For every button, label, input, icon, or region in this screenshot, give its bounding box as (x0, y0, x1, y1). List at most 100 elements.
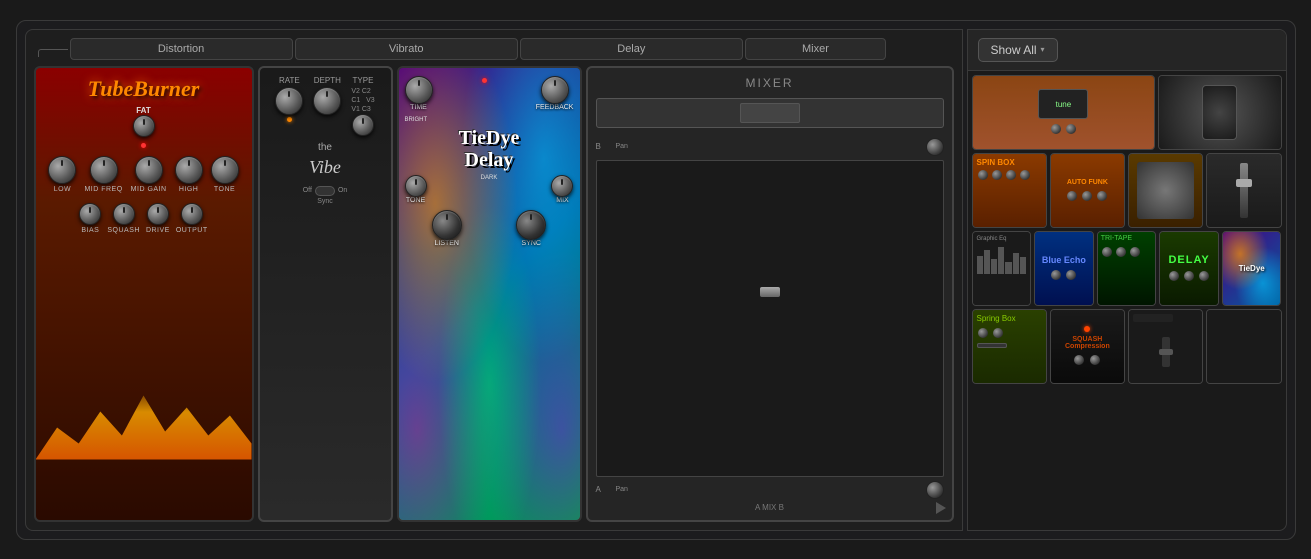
tritape-knobs (1101, 246, 1153, 258)
browser-row-3: Graphic Eq (972, 231, 1282, 306)
listen-label: LISTEN (434, 240, 459, 247)
sb-k3 (1006, 170, 1016, 180)
browser-item-wah2[interactable] (1128, 153, 1203, 228)
mid-freq-knob[interactable] (90, 156, 118, 184)
wah-body (1202, 85, 1237, 140)
squash-knob[interactable] (113, 203, 135, 225)
tab-delay[interactable]: Delay (520, 38, 743, 60)
high-knob[interactable] (175, 156, 203, 184)
browser-item-empty1[interactable] (1128, 309, 1203, 384)
browser-item-fader[interactable] (1206, 153, 1281, 228)
pan-b-knob[interactable] (926, 138, 944, 156)
squash-title: SQUASH Compression (1055, 336, 1120, 350)
delay-title: DELAY (1168, 254, 1209, 266)
browser-item-blue-echo[interactable]: Blue Echo (1034, 231, 1094, 306)
wah2-thumb (1129, 154, 1202, 227)
blue-echo-title: Blue Echo (1042, 255, 1086, 265)
bright-label: BRIGHT (405, 117, 428, 123)
tuner-knobs (1050, 123, 1077, 135)
tab-vibrato[interactable]: Vibrato (295, 38, 518, 60)
knob-low: LOW (48, 156, 76, 193)
browser-item-delay[interactable]: DELAY (1159, 231, 1219, 306)
tt-k1 (1102, 247, 1112, 257)
led-vibe (287, 117, 292, 122)
depth-knob[interactable] (313, 87, 341, 115)
browser-item-tritape[interactable]: TRI-TAPE (1097, 231, 1157, 306)
type-values: V2 C2 C1 V3 V1 C3 (351, 87, 374, 114)
time-knob[interactable] (405, 76, 433, 104)
tuner-k2 (1066, 124, 1076, 134)
browser-item-tuner[interactable]: tune (972, 75, 1156, 150)
empty1-inner (1129, 310, 1202, 383)
eq-bar-3 (991, 259, 997, 274)
knob-squash: SQUASH (107, 203, 140, 234)
browser-item-autofunk[interactable]: AUTO FUNK (1050, 153, 1125, 228)
browser-header: Show All ▾ (968, 30, 1286, 71)
depth-label: DEPTH (314, 76, 341, 85)
tab-distortion[interactable]: Distortion (70, 38, 293, 60)
mid-freq-label: MID FREQ (84, 186, 122, 193)
mid-gain-knob[interactable] (135, 156, 163, 184)
sync-button[interactable] (516, 210, 546, 240)
output-knob[interactable] (181, 203, 203, 225)
browser-item-empty2[interactable] (1206, 309, 1281, 384)
tiedye-title: TieDye Delay (405, 127, 574, 171)
feedback-knob[interactable] (541, 76, 569, 104)
vibe-top: RATE DEPTH TYPE V2 C2 C1 V (266, 76, 385, 136)
eq-bar-1 (977, 256, 983, 274)
show-all-button[interactable]: Show All ▾ (978, 38, 1058, 62)
low-knob[interactable] (48, 156, 76, 184)
fader-handle (760, 287, 780, 297)
sync-button-group: SYNC (516, 210, 546, 247)
td-tone-label: TONE (406, 197, 425, 204)
delay-knobs (1168, 270, 1210, 282)
tiedye-main-title: TieDye (405, 127, 574, 149)
mixer-a-row: A Pan (596, 481, 944, 499)
td-tone-knob[interactable] (405, 175, 427, 197)
tab-mixer[interactable]: Mixer (745, 38, 886, 60)
led-center (482, 76, 487, 111)
empty1-thumb (1129, 310, 1202, 383)
vibe-depth-section: DEPTH (313, 76, 341, 136)
browser-item-tiedye-small[interactable]: TieDye (1222, 231, 1282, 306)
drive-knob[interactable] (147, 203, 169, 225)
browser-item-springbox[interactable]: Spring Box (972, 309, 1047, 384)
pedal-tube-burner: TubeBurner FAT LOW MID FREQ (34, 66, 254, 522)
eq-bars (977, 244, 1027, 274)
autofunk-thumb: AUTO FUNK (1051, 154, 1124, 227)
tone-label: TONE (214, 186, 235, 193)
mix-knob-group: MIX (551, 175, 573, 204)
springbox-title: Spring Box (977, 314, 1042, 323)
knob-drive: DRIVE (146, 203, 170, 234)
browser-item-spinbox[interactable]: SPIN BOX (972, 153, 1047, 228)
browser-row-2: SPIN BOX AUTO FUNK (972, 153, 1282, 228)
rate-knob[interactable] (275, 87, 303, 115)
fat-knob[interactable] (133, 115, 155, 137)
bias-knob[interactable] (79, 203, 101, 225)
pedalboard-panel: Distortion Vibrato Delay Mixer TubeB (25, 29, 963, 531)
vibe-title-group: the Vibe (266, 142, 385, 182)
autofunk-knobs (1066, 190, 1108, 202)
browser-item-squash[interactable]: SQUASH Compression (1050, 309, 1125, 384)
listen-button[interactable] (432, 210, 462, 240)
next-arrow[interactable] (936, 502, 946, 514)
on-off-switch[interactable] (315, 186, 335, 196)
spinbox-knobs (977, 169, 1042, 181)
sb-k4 (1020, 170, 1030, 180)
tiedye-bottom-row: LISTEN SYNC (405, 210, 574, 247)
browser-item-graphic-eq[interactable]: Graphic Eq (972, 231, 1032, 306)
tone-knob[interactable] (211, 156, 239, 184)
browser-item-wah[interactable] (1158, 75, 1281, 150)
pan-a-knob[interactable] (926, 481, 944, 499)
sp-k2 (993, 328, 1003, 338)
knobs-top-row: LOW MID FREQ MID GAIN HIGH (48, 156, 238, 193)
td-mix-knob[interactable] (551, 175, 573, 197)
pan-b-label: Pan (616, 143, 628, 150)
type-knob[interactable] (352, 114, 374, 136)
blue-echo-knobs (1050, 269, 1077, 281)
flame-bg (36, 380, 252, 460)
autofunk-inner: AUTO FUNK (1066, 179, 1108, 202)
master-fader[interactable] (596, 160, 944, 477)
knob-bias: BIAS (79, 203, 101, 234)
show-all-label: Show All (991, 43, 1037, 57)
